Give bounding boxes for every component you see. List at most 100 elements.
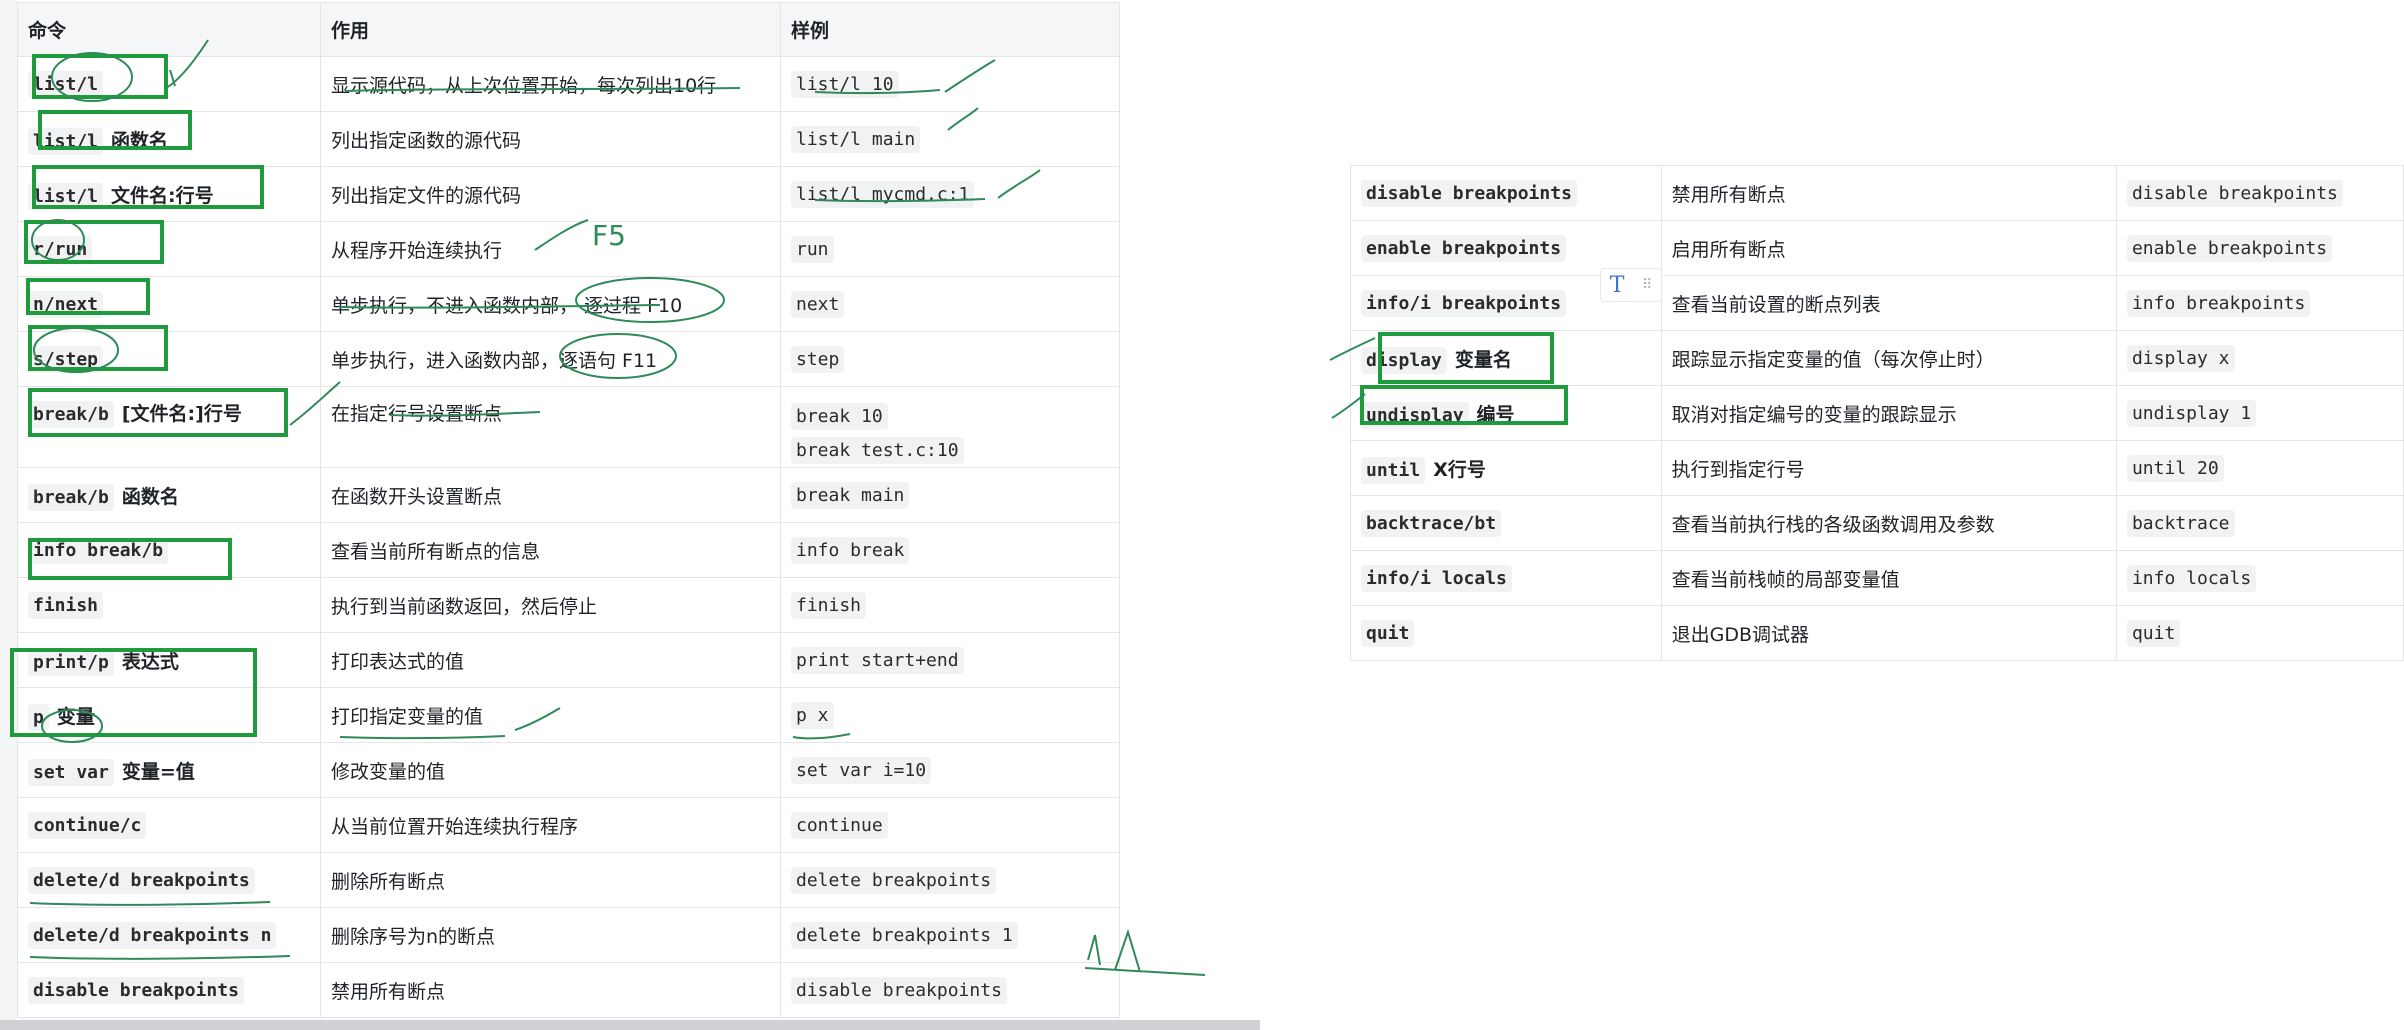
command-code: print/p	[28, 648, 114, 676]
command-argument: 变量名	[1454, 348, 1512, 371]
command-code: r/run	[28, 236, 93, 263]
example-cell: set var i=10	[780, 742, 1120, 798]
table-row: list/l 文件名:行号 列出指定文件的源代码 list/l mycmd.c:1	[17, 166, 1120, 222]
example-code: run	[791, 236, 834, 263]
example-code: delete breakpoints	[791, 867, 997, 894]
command-cell: list/l	[17, 56, 321, 112]
example-cell: next	[780, 276, 1120, 332]
example-code: delete breakpoints 1	[791, 922, 1018, 949]
example-cell: backtrace	[2115, 495, 2404, 551]
table-row: info/i breakpoints 查看当前设置的断点列表 info breakp…	[1350, 275, 2404, 331]
example-line: run	[791, 236, 834, 263]
command-code: info break/b	[28, 537, 169, 564]
example-line: delete breakpoints	[791, 867, 997, 894]
purpose-cell: 修改变量的值	[320, 742, 781, 798]
example-cell: disable breakpoints	[2115, 165, 2404, 221]
example-cell: undisplay 1	[2115, 385, 2404, 441]
purpose-cell: 执行到指定行号	[1660, 440, 2117, 496]
table-row: break/b 函数名 在函数开头设置断点 break main	[17, 467, 1120, 523]
header-example: 样例	[780, 2, 1120, 57]
example-line: next	[791, 291, 845, 318]
command-cell: continue/c	[17, 797, 321, 853]
example-line: disable breakpoints	[2126, 180, 2343, 207]
example-code: list/l 10	[791, 71, 899, 98]
example-line: step	[791, 346, 845, 373]
example-cell: display x	[2115, 330, 2404, 386]
example-code: break test.c:10	[791, 437, 964, 464]
table-row: disable breakpoints 禁用所有断点 disable breakpo…	[1350, 165, 2404, 221]
command-cell: delete/d breakpoints n	[17, 907, 321, 963]
purpose-cell: 单步执行，不进入函数内部， 逐过程 F10	[320, 276, 781, 332]
table-row: info break/b 查看当前所有断点的信息 info break	[17, 522, 1120, 578]
example-line: info break	[791, 537, 910, 564]
example-cell: info locals	[2115, 550, 2404, 606]
example-line: delete breakpoints 1	[791, 922, 1018, 949]
drag-grip-icon[interactable]: ⠿	[1642, 277, 1652, 293]
purpose-cell: 列出指定文件的源代码	[320, 166, 781, 222]
purpose-cell: 打印指定变量的值	[320, 687, 781, 743]
purpose-cell: 查看当前设置的断点列表	[1660, 275, 2117, 331]
command-cell: p 变量	[17, 687, 321, 743]
command-cell: delete/d breakpoints	[17, 852, 321, 908]
example-cell: info break	[780, 522, 1120, 578]
purpose-cell: 显示源代码，从上次位置开始，每次列出10行	[320, 56, 781, 112]
example-code: until 20	[2126, 455, 2224, 482]
command-code: until	[1361, 456, 1426, 484]
purpose-cell: 跟踪显示指定变量的值（每次停止时）	[1660, 330, 2117, 386]
command-cell: display 变量名	[1350, 330, 1662, 386]
example-line: quit	[2126, 620, 2181, 647]
example-line: break 10	[791, 399, 1109, 433]
purpose-cell: 列出指定函数的源代码	[320, 111, 781, 167]
example-code: info locals	[2126, 565, 2257, 592]
table-row: until X行号 执行到指定行号 until 20	[1350, 440, 2404, 496]
command-cell: finish	[17, 577, 321, 633]
example-code: list/l mycmd.c:1	[791, 181, 975, 208]
command-code: disable breakpoints	[28, 977, 244, 1004]
purpose-cell: 打印表达式的值	[320, 632, 781, 688]
example-cell: delete breakpoints 1	[780, 907, 1120, 963]
example-code: disable breakpoints	[791, 977, 1007, 1004]
example-line: backtrace	[2126, 510, 2235, 537]
purpose-cell: 执行到当前函数返回，然后停止	[320, 577, 781, 633]
example-line: display x	[2126, 345, 2235, 372]
command-code: list/l	[28, 127, 104, 155]
example-cell: finish	[780, 577, 1120, 633]
table-row: info/i locals 查看当前栈帧的局部变量值 info locals	[1350, 550, 2404, 606]
table-row: set var 变量=值 修改变量的值 set var i=10	[17, 742, 1120, 798]
purpose-cell: 禁用所有断点	[320, 962, 781, 1018]
table-row: print/p 表达式 打印表达式的值 print start+end	[17, 632, 1120, 688]
command-cell: print/p 表达式	[17, 632, 321, 688]
command-cell: info/i locals	[1350, 550, 1662, 606]
command-code: info/i breakpoints	[1361, 290, 1567, 317]
table-header-row: 命令 作用 样例	[17, 2, 1120, 57]
example-line: set var i=10	[791, 757, 932, 784]
horizontal-scrollbar[interactable]	[0, 1020, 1260, 1030]
command-cell: backtrace/bt	[1350, 495, 1662, 551]
example-code: info break	[791, 537, 910, 564]
command-cell: r/run	[17, 221, 321, 277]
example-cell: p x	[780, 687, 1120, 743]
example-code: finish	[791, 592, 867, 619]
example-line: finish	[791, 592, 867, 619]
example-line: info breakpoints	[2126, 290, 2311, 317]
table-row: quit 退出GDB调试器 quit	[1350, 605, 2404, 661]
command-code: backtrace/bt	[1361, 510, 1502, 537]
example-line: print start+end	[791, 647, 964, 674]
command-code: continue/c	[28, 812, 147, 839]
command-argument: 函数名	[121, 485, 179, 508]
table-row: p 变量 打印指定变量的值 p x	[17, 687, 1120, 743]
table-row: disable breakpoints 禁用所有断点 disable breakpo…	[17, 962, 1120, 1018]
table-row: continue/c 从当前位置开始连续执行程序 continue	[17, 797, 1120, 853]
command-cell: disable breakpoints	[17, 962, 321, 1018]
command-cell: quit	[1350, 605, 1662, 661]
gdb-command-table-right: disable breakpoints 禁用所有断点 disable breakpo…	[1350, 165, 2404, 661]
table-row: delete/d breakpoints n 删除序号为n的断点 delete br…	[17, 907, 1120, 963]
command-code: display	[1361, 346, 1447, 374]
purpose-cell: 退出GDB调试器	[1660, 605, 2117, 661]
table-row: r/run 从程序开始连续执行 run	[17, 221, 1120, 277]
command-code: enable breakpoints	[1361, 235, 1567, 262]
example-cell: list/l 10	[780, 56, 1120, 112]
purpose-cell: 禁用所有断点	[1660, 165, 2117, 221]
text-tool-button[interactable]: T ⠿	[1600, 268, 1662, 302]
example-code: set var i=10	[791, 757, 932, 784]
